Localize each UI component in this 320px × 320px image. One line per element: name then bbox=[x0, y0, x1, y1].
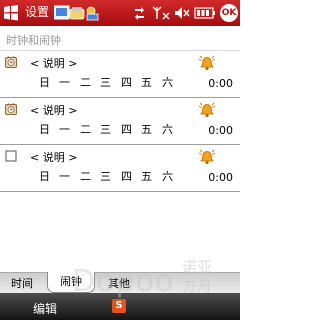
alarm-bell-icon[interactable] bbox=[198, 148, 216, 165]
day-monday[interactable]: 一 bbox=[59, 76, 70, 90]
alarm-days: 日 一 二 三 四 五 六 bbox=[39, 170, 175, 185]
day-saturday[interactable]: 六 bbox=[162, 123, 173, 137]
tab-clock[interactable]: 时间 bbox=[2, 275, 42, 292]
alarm-days: 日 一 二 三 四 五 六 bbox=[39, 76, 175, 91]
alarm-description[interactable]: < 说明 > bbox=[30, 104, 77, 117]
tab-bar: 时间 闹钟 其他 bbox=[0, 272, 240, 293]
alarm-bell-icon[interactable] bbox=[198, 54, 216, 71]
volume-muted-icon bbox=[175, 7, 190, 19]
day-tuesday[interactable]: 二 bbox=[80, 170, 91, 184]
day-monday[interactable]: 一 bbox=[59, 170, 70, 184]
day-thursday[interactable]: 四 bbox=[121, 76, 132, 90]
alarm-time[interactable]: 0:00 bbox=[208, 171, 233, 184]
day-sunday[interactable]: 日 bbox=[39, 123, 50, 137]
no-signal-icon bbox=[152, 6, 170, 20]
day-friday[interactable]: 五 bbox=[141, 170, 152, 184]
ok-button[interactable]: OK bbox=[220, 4, 238, 22]
day-friday[interactable]: 五 bbox=[141, 123, 152, 137]
day-sunday[interactable]: 日 bbox=[39, 170, 50, 184]
app-title: 设置 bbox=[25, 5, 50, 19]
page-header: 时钟和闹钟 bbox=[0, 26, 240, 51]
status-icons bbox=[135, 6, 215, 20]
tab-alarm[interactable]: 闹钟 bbox=[47, 272, 95, 293]
alarm-row[interactable]: < 说明 > 日 一 二 三 四 五 六 0:00 bbox=[0, 98, 240, 145]
softkey-bar: 编辑 S bbox=[0, 293, 240, 320]
title-bar: 设置 OK bbox=[0, 0, 240, 26]
tab-other[interactable]: 其他 bbox=[99, 275, 139, 292]
day-tuesday[interactable]: 二 bbox=[80, 123, 91, 137]
day-thursday[interactable]: 四 bbox=[121, 170, 132, 184]
day-friday[interactable]: 五 bbox=[141, 76, 152, 90]
day-monday[interactable]: 一 bbox=[59, 123, 70, 137]
alarm-row[interactable]: < 说明 > 日 一 二 三 四 五 六 0:00 bbox=[0, 145, 240, 192]
day-thursday[interactable]: 四 bbox=[121, 123, 132, 137]
day-sunday[interactable]: 日 bbox=[39, 76, 50, 90]
input-method-button[interactable]: S bbox=[112, 299, 126, 313]
checkbox-empty-icon[interactable] bbox=[5, 150, 18, 163]
alarm-enabled-icon[interactable] bbox=[5, 56, 18, 69]
day-saturday[interactable]: 六 bbox=[162, 76, 173, 90]
alarm-bell-icon[interactable] bbox=[198, 101, 216, 118]
day-tuesday[interactable]: 二 bbox=[80, 76, 91, 90]
page-title: 时钟和闹钟 bbox=[6, 34, 61, 47]
battery-icon bbox=[194, 7, 215, 19]
day-saturday[interactable]: 六 bbox=[162, 170, 173, 184]
alarm-enabled-icon[interactable] bbox=[5, 103, 18, 116]
windows-start-icon[interactable] bbox=[1, 3, 21, 23]
alarm-description[interactable]: < 说明 > bbox=[30, 151, 77, 164]
alarm-time[interactable]: 0:00 bbox=[208, 124, 233, 137]
alarm-days: 日 一 二 三 四 五 六 bbox=[39, 123, 175, 138]
settings-app-icons bbox=[54, 5, 99, 21]
sync-arrows-icon bbox=[135, 7, 144, 20]
alarm-description[interactable]: < 说明 > bbox=[30, 57, 77, 70]
day-wednesday[interactable]: 三 bbox=[100, 123, 111, 137]
day-wednesday[interactable]: 三 bbox=[100, 170, 111, 184]
alarm-row[interactable]: < 说明 > 日 一 二 三 四 五 六 0:00 bbox=[0, 51, 240, 98]
alarm-time[interactable]: 0:00 bbox=[208, 77, 233, 90]
edit-softkey[interactable]: 编辑 bbox=[33, 300, 57, 317]
day-wednesday[interactable]: 三 bbox=[100, 76, 111, 90]
